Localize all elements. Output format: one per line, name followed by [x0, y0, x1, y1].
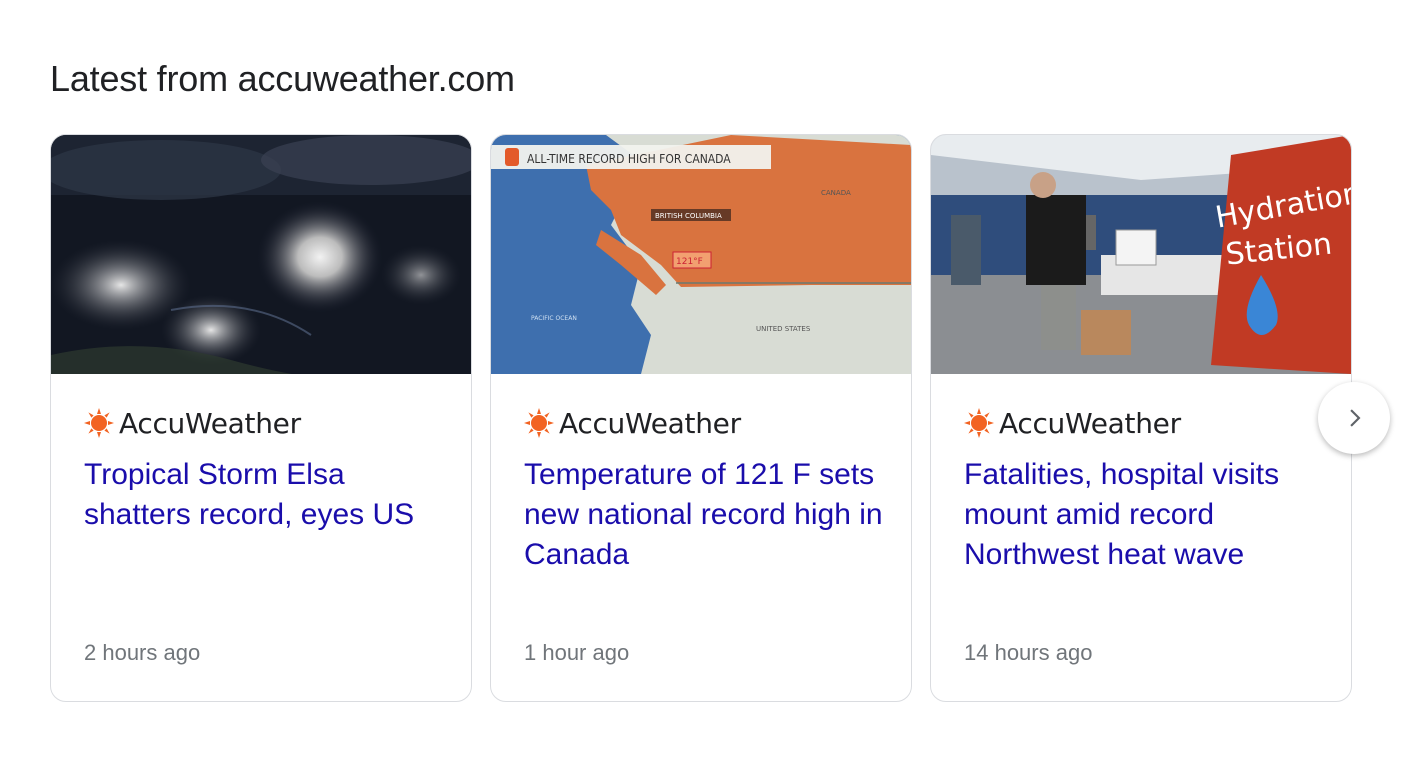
map-country-label: CANADA: [821, 189, 851, 197]
canada-record-map-image[interactable]: ALL-TIME RECORD HIGH FOR CANADA BRITISH …: [491, 135, 911, 374]
source-name: AccuWeather: [119, 406, 301, 440]
accuweather-sun-icon: [83, 407, 115, 439]
headline-link[interactable]: Temperature of 121 F sets new national r…: [524, 455, 884, 575]
map-country2-label: UNITED STATES: [756, 325, 811, 333]
carousel-next-button[interactable]: [1318, 382, 1390, 454]
headline-link[interactable]: Tropical Storm Elsa shatters record, eye…: [84, 455, 444, 535]
timestamp: 14 hours ago: [964, 640, 1093, 665]
accuweather-sun-icon: [523, 407, 555, 439]
accuweather-sun-icon: [963, 407, 995, 439]
source-name: AccuWeather: [559, 406, 741, 440]
timestamp: 1 hour ago: [524, 640, 630, 665]
source-name: AccuWeather: [999, 406, 1181, 440]
source-row: AccuWeather: [523, 405, 741, 441]
map-record-value: 121°F: [676, 257, 703, 267]
satellite-storm-image[interactable]: [51, 135, 471, 374]
news-card[interactable]: ALL-TIME RECORD HIGH FOR CANADA BRITISH …: [490, 134, 912, 702]
chevron-right-icon: [1350, 409, 1361, 427]
headline-link[interactable]: Fatalities, hospital visits mount amid r…: [964, 455, 1324, 575]
news-carousel: AccuWeather Tropical Storm Elsa shatters…: [50, 134, 1354, 704]
news-card[interactable]: AccuWeather Tropical Storm Elsa shatters…: [50, 134, 472, 702]
source-row: AccuWeather: [963, 405, 1181, 441]
source-row: AccuWeather: [83, 405, 301, 441]
map-ocean-label: PACIFIC OCEAN: [531, 315, 577, 322]
news-card[interactable]: Hydration Station AccuWeather Fatalities…: [930, 134, 1352, 702]
section-title: Latest from accuweather.com: [50, 58, 515, 99]
hydration-station-photo[interactable]: Hydration Station: [931, 135, 1351, 374]
map-region-label: BRITISH COLUMBIA: [655, 212, 722, 220]
timestamp: 2 hours ago: [84, 640, 201, 665]
map-banner-text: ALL-TIME RECORD HIGH FOR CANADA: [527, 152, 731, 166]
